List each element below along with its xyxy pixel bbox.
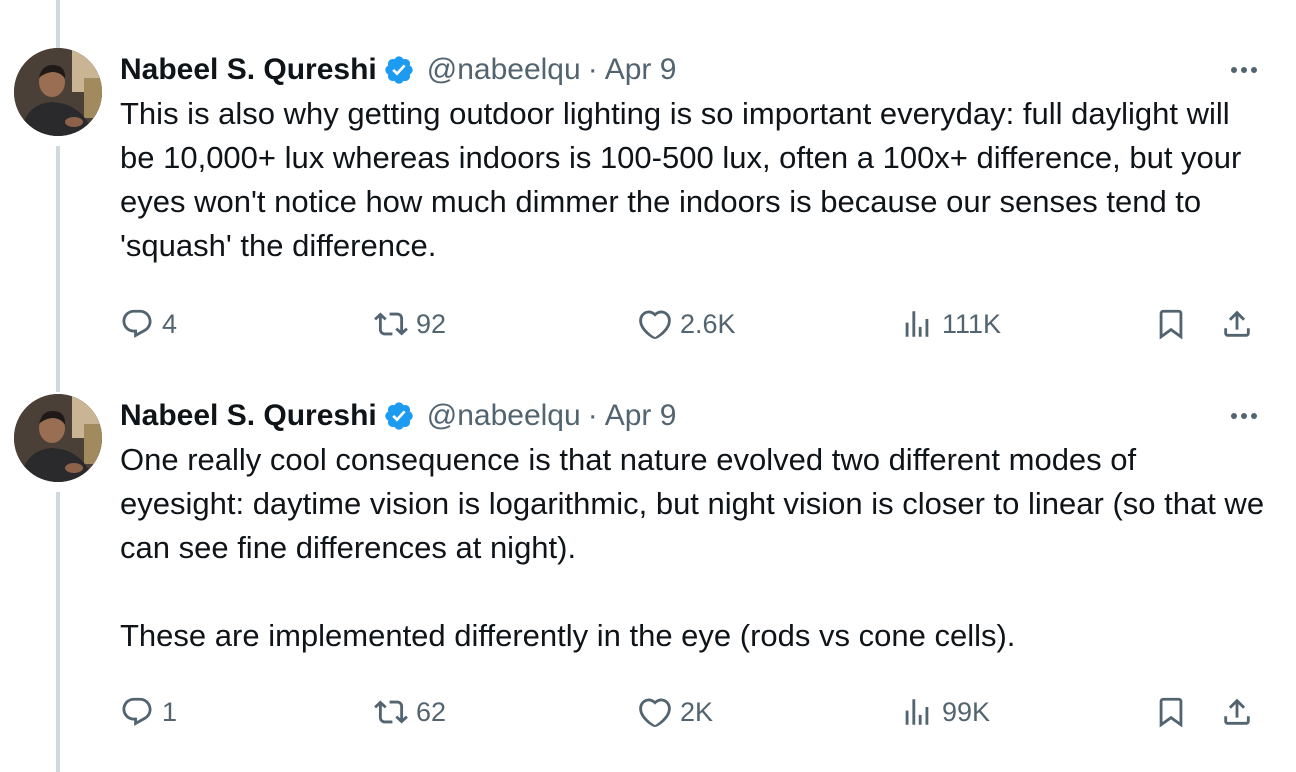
- tweet-paragraph: One really cool consequence is that natu…: [120, 442, 1265, 565]
- bookmark-button[interactable]: [1154, 302, 1188, 346]
- author-display-name[interactable]: Nabeel S. Qureshi: [120, 399, 377, 433]
- verified-badge-icon[interactable]: [383, 54, 415, 86]
- views-button[interactable]: 111K: [900, 302, 1001, 346]
- bookmark-icon: [1159, 309, 1183, 340]
- avatar-photo: [14, 48, 102, 136]
- verified-badge-icon[interactable]: [383, 400, 415, 432]
- reply-icon: [122, 309, 152, 338]
- tweet-actions: 1 62 2K 99K: [120, 690, 1260, 734]
- repost-button[interactable]: 62: [374, 690, 446, 734]
- reply-button[interactable]: 1: [120, 690, 177, 734]
- tweet-paragraph: This is also why getting outdoor lightin…: [120, 96, 1242, 263]
- share-icon: [1224, 698, 1250, 725]
- heart-icon: [639, 310, 671, 339]
- author-handle[interactable]: @nabeelqu: [427, 53, 581, 87]
- reply-count: 1: [162, 696, 178, 727]
- avatar[interactable]: [14, 48, 102, 136]
- tweet-date[interactable]: Apr 9: [605, 399, 677, 433]
- tweet-content: Nabeel S. Qureshi @nabeelqu · Apr 9 One …: [120, 396, 1266, 658]
- like-count: 2K: [680, 696, 714, 727]
- like-count: 2.6K: [680, 308, 736, 339]
- author-display-name[interactable]: Nabeel S. Qureshi: [120, 53, 377, 87]
- bookmark-button[interactable]: [1154, 690, 1188, 734]
- reply-icon: [122, 697, 152, 726]
- share-icon: [1224, 310, 1250, 337]
- author-handle[interactable]: @nabeelqu: [427, 399, 581, 433]
- tweet[interactable]: Nabeel S. Qureshi @nabeelqu · Apr 9 One …: [0, 386, 1296, 772]
- repost-icon: [374, 700, 408, 724]
- tweet-text: This is also why getting outdoor lightin…: [120, 92, 1266, 268]
- tweet[interactable]: Nabeel S. Qureshi @nabeelqu · Apr 9 This…: [0, 0, 1296, 386]
- like-button[interactable]: 2.6K: [638, 302, 736, 346]
- views-icon: [905, 699, 929, 725]
- share-button[interactable]: [1220, 690, 1254, 734]
- views-button[interactable]: 99K: [900, 690, 990, 734]
- bookmark-icon: [1159, 697, 1183, 728]
- heart-icon: [639, 698, 671, 727]
- avatar-photo: [14, 394, 102, 482]
- repost-icon: [374, 312, 408, 336]
- repost-count: 62: [416, 696, 447, 727]
- views-count: 111K: [942, 308, 1002, 339]
- tweet-header: Nabeel S. Qureshi @nabeelqu · Apr 9: [120, 50, 1266, 90]
- separator-dot: ·: [587, 53, 598, 86]
- tweet-date[interactable]: Apr 9: [605, 53, 677, 87]
- more-options-icon[interactable]: [1222, 398, 1266, 434]
- tweet-content: Nabeel S. Qureshi @nabeelqu · Apr 9 This…: [120, 50, 1266, 268]
- separator-dot: ·: [587, 399, 598, 432]
- share-button[interactable]: [1220, 302, 1254, 346]
- repost-count: 92: [416, 308, 447, 339]
- like-button[interactable]: 2K: [638, 690, 713, 734]
- avatar[interactable]: [14, 394, 102, 482]
- tweet-text: One really cool consequence is that natu…: [120, 438, 1266, 658]
- views-count: 99K: [942, 696, 991, 727]
- repost-button[interactable]: 92: [374, 302, 446, 346]
- tweet-actions: 4 92 2.6K 111K: [120, 302, 1260, 346]
- views-icon: [905, 311, 929, 337]
- reply-button[interactable]: 4: [120, 302, 177, 346]
- tweet-header: Nabeel S. Qureshi @nabeelqu · Apr 9: [120, 396, 1266, 436]
- tweet-paragraph: These are implemented differently in the…: [120, 618, 1016, 653]
- reply-count: 4: [162, 308, 178, 339]
- more-options-icon[interactable]: [1222, 52, 1266, 88]
